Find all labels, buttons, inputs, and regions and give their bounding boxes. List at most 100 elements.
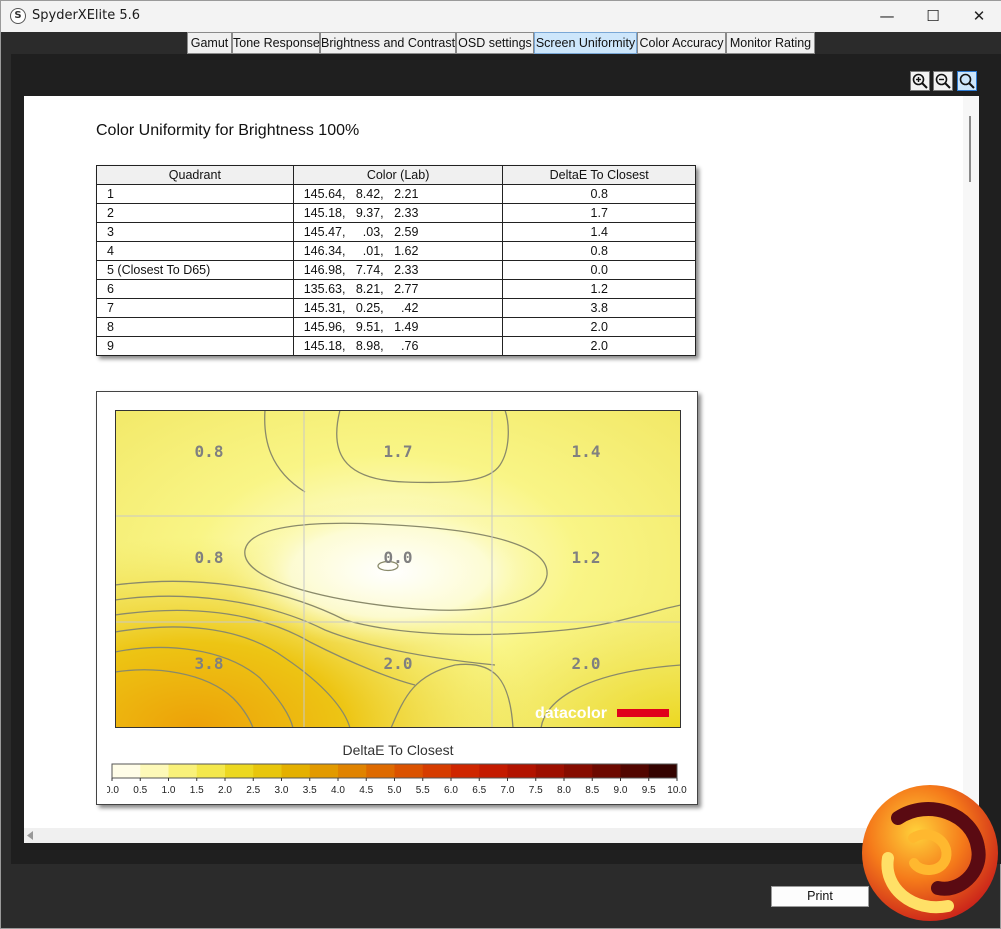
quadrant-cell: 7 xyxy=(96,298,294,318)
grid-value: 3.8 xyxy=(195,654,224,673)
title-bar: S SpyderXElite 5.6 — ☐ ✕ xyxy=(1,1,1001,32)
table-row: 2 145.18, 9.37, 2.33 1.7 xyxy=(96,203,696,223)
print-button[interactable]: Print xyxy=(771,886,869,907)
table-row: 5 (Closest To D65) 146.98, 7.74, 2.33 0.0 xyxy=(96,260,696,280)
legend-swatch xyxy=(564,764,593,778)
table-row: 1 145.64, 8.42, 2.21 0.8 xyxy=(96,184,696,204)
legend-swatch xyxy=(507,764,537,778)
legend-tick-label: 9.5 xyxy=(642,785,656,796)
lab-cell: 145.64, 8.42, 2.21 xyxy=(292,184,504,204)
minimize-button[interactable]: — xyxy=(864,1,910,32)
delta-cell: 1.2 xyxy=(502,279,696,299)
legend-swatch xyxy=(281,764,311,778)
legend-tick-label: 1.5 xyxy=(190,785,204,796)
uniformity-map-panel: 0.8 1.7 1.4 0.8 0.0 1.2 3.8 2.0 2.0 data… xyxy=(96,391,698,805)
zoom-in-icon[interactable] xyxy=(910,71,930,91)
lab-cell: 145.18, 8.98, .76 xyxy=(292,336,504,356)
legend-tick-label: 0.0 xyxy=(107,785,119,796)
quadrant-cell: 5 (Closest To D65) xyxy=(96,260,294,280)
lab-cell: 135.63, 8.21, 2.77 xyxy=(292,279,504,299)
legend-swatch xyxy=(225,764,254,778)
table-row: 8 145.96, 9.51, 1.49 2.0 xyxy=(96,317,696,337)
lab-cell: 145.47, .03, 2.59 xyxy=(292,222,504,242)
table-row: 7 145.31, 0.25, .42 3.8 xyxy=(96,298,696,318)
uniformity-table: Quadrant Color (Lab) DeltaE To Closest 1… xyxy=(96,165,696,356)
vertical-scroll-thumb[interactable] xyxy=(969,116,971,182)
legend-tick-label: 7.0 xyxy=(501,785,515,796)
quadrant-cell: 6 xyxy=(96,279,294,299)
grid-value: 0.0 xyxy=(384,548,413,567)
datacolor-logo: datacolor xyxy=(535,705,607,722)
lab-cell: 145.18, 9.37, 2.33 xyxy=(292,203,504,223)
legend-swatch xyxy=(309,764,339,778)
grid-value: 2.0 xyxy=(572,654,601,673)
quadrant-cell: 2 xyxy=(96,203,294,223)
legend-swatch xyxy=(620,764,650,778)
delta-cell: 0.8 xyxy=(502,184,696,204)
delta-cell: 1.7 xyxy=(502,203,696,223)
legend-swatch xyxy=(422,764,452,778)
legend-swatch xyxy=(253,764,282,778)
grid-value: 0.8 xyxy=(195,548,224,567)
tab-monitor-rating[interactable]: Monitor Rating xyxy=(726,32,815,54)
app-logo-icon: S xyxy=(10,8,26,24)
legend-tick-label: 4.0 xyxy=(331,785,345,796)
map-center-highlight xyxy=(225,497,555,647)
legend-tick-label: 8.5 xyxy=(585,785,599,796)
close-button[interactable]: ✕ xyxy=(956,1,1001,32)
tab-osd-settings[interactable]: OSD settings xyxy=(456,32,534,54)
legend-tick-label: 8.0 xyxy=(557,785,571,796)
table-row: 3 145.47, .03, 2.59 1.4 xyxy=(96,222,696,242)
grid-value: 2.0 xyxy=(384,654,413,673)
grid-value: 1.4 xyxy=(572,442,601,461)
lab-cell: 146.98, 7.74, 2.33 xyxy=(292,260,504,280)
delta-cell: 3.8 xyxy=(502,298,696,318)
legend-title: DeltaE To Closest xyxy=(342,742,454,758)
legend-swatch xyxy=(196,764,226,778)
zoom-out-icon[interactable] xyxy=(933,71,953,91)
tab-tone-response[interactable]: Tone Response xyxy=(232,32,320,54)
legend-swatch xyxy=(112,764,141,778)
quadrant-cell: 4 xyxy=(96,241,294,261)
legend-tick-label: 5.0 xyxy=(388,785,402,796)
legend-swatch xyxy=(366,764,395,778)
legend-swatch xyxy=(535,764,565,778)
legend-swatch xyxy=(394,764,424,778)
horizontal-scrollbar[interactable] xyxy=(24,828,963,843)
legend-tick-label: 4.5 xyxy=(359,785,373,796)
delta-cell: 0.0 xyxy=(502,260,696,280)
lab-cell: 145.31, 0.25, .42 xyxy=(292,298,504,318)
table-row: 6 135.63, 8.21, 2.77 1.2 xyxy=(96,279,696,299)
zoom-fit-icon[interactable] xyxy=(957,71,977,91)
quadrant-cell: 9 xyxy=(96,336,294,356)
tab-brightness-and-contrast[interactable]: Brightness and Contrast xyxy=(320,32,456,54)
lab-cell: 146.34, .01, 1.62 xyxy=(292,241,504,261)
swirl-logo-badge xyxy=(862,785,998,921)
grid-value: 1.7 xyxy=(384,442,413,461)
maximize-button[interactable]: ☐ xyxy=(910,1,956,32)
delta-cell: 2.0 xyxy=(502,317,696,337)
legend-tick-label: 10.0 xyxy=(667,785,687,796)
quadrant-cell: 1 xyxy=(96,184,294,204)
grid-value: 1.2 xyxy=(572,548,601,567)
table-row: 9 145.18, 8.98, .76 2.0 xyxy=(96,336,696,356)
header-delta-e: DeltaE To Closest xyxy=(502,165,696,185)
scroll-left-icon[interactable] xyxy=(24,828,36,843)
legend-tick-label: 3.5 xyxy=(303,785,317,796)
delta-cell: 2.0 xyxy=(502,336,696,356)
tab-screen-uniformity[interactable]: Screen Uniformity xyxy=(534,32,637,54)
report-title: Color Uniformity for Brightness 100% xyxy=(96,122,360,139)
legend-tick-label: 1.0 xyxy=(162,785,176,796)
tab-color-accuracy[interactable]: Color Accuracy xyxy=(637,32,726,54)
delta-cell: 1.4 xyxy=(502,222,696,242)
vertical-scrollbar[interactable] xyxy=(963,96,979,828)
legend-swatch xyxy=(479,764,508,778)
datacolor-logo-bar xyxy=(617,709,669,717)
delta-cell: 0.8 xyxy=(502,241,696,261)
app-window: S SpyderXElite 5.6 — ☐ ✕ Gamut Tone Resp… xyxy=(0,0,1001,929)
tab-gamut[interactable]: Gamut xyxy=(187,32,232,54)
legend-swatch xyxy=(592,764,621,778)
legend-tick-label: 0.5 xyxy=(133,785,147,796)
report-page: Color Uniformity for Brightness 100% Qua… xyxy=(24,96,963,828)
quadrant-cell: 3 xyxy=(96,222,294,242)
